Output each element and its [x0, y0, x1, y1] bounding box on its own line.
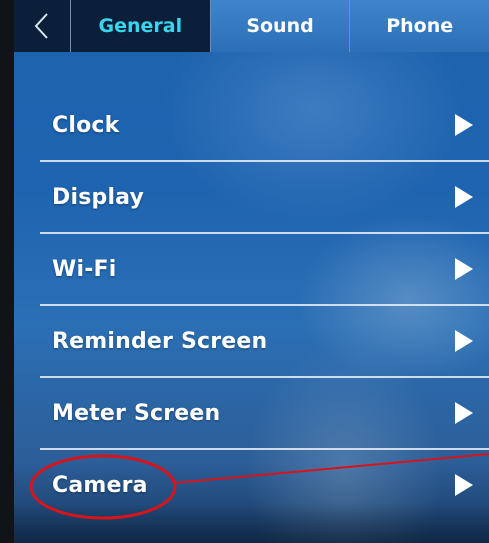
tab-phone[interactable]: Phone: [350, 0, 489, 52]
tab-general[interactable]: General: [71, 0, 211, 52]
triangle-right-icon: [455, 330, 473, 352]
triangle-right-icon: [455, 186, 473, 208]
menu-item-label: Display: [52, 184, 145, 210]
chevron-left-icon: [34, 13, 48, 39]
menu-item-label: Camera: [52, 472, 148, 498]
triangle-right-icon: [455, 114, 473, 136]
menu-item-clock[interactable]: Clock: [40, 90, 489, 162]
triangle-right-icon: [455, 402, 473, 424]
tab-sound[interactable]: Sound: [210, 0, 351, 52]
infotainment-screen: General Sound Phone Clock Display Wi-Fi …: [14, 0, 489, 543]
settings-menu: Clock Display Wi-Fi Reminder Screen Mete…: [14, 92, 489, 520]
menu-item-label: Clock: [52, 112, 120, 138]
back-button[interactable]: [14, 0, 71, 52]
triangle-right-icon: [455, 258, 473, 280]
menu-item-wifi[interactable]: Wi-Fi: [40, 234, 489, 306]
menu-item-label: Meter Screen: [52, 400, 221, 426]
menu-item-label: Reminder Screen: [52, 328, 268, 354]
tab-bar: General Sound Phone: [14, 0, 489, 52]
menu-item-meter-screen[interactable]: Meter Screen: [40, 378, 489, 450]
menu-item-display[interactable]: Display: [40, 162, 489, 234]
bottom-shade: [14, 503, 489, 543]
triangle-right-icon: [455, 474, 473, 496]
menu-item-label: Wi-Fi: [52, 256, 117, 282]
menu-item-reminder-screen[interactable]: Reminder Screen: [40, 306, 489, 378]
